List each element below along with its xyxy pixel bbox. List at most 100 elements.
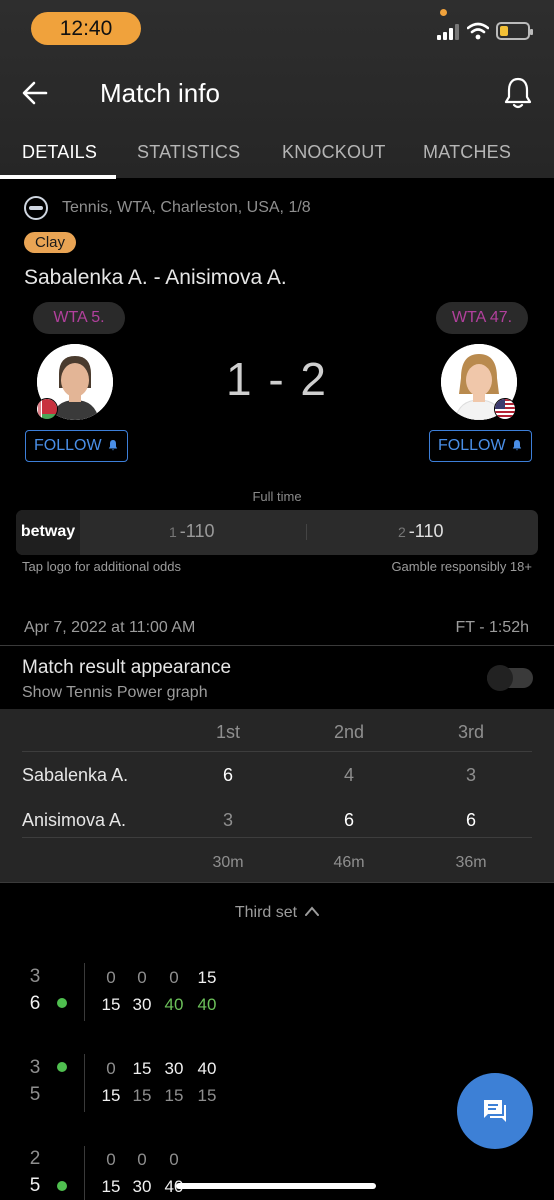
- game-divider: [84, 1054, 85, 1112]
- point-score: 40: [197, 995, 217, 1014]
- point-score: 15: [197, 968, 217, 987]
- bell-icon: [512, 440, 521, 451]
- third-set-label: Third set: [234, 904, 298, 921]
- chat-icon: [484, 1100, 506, 1122]
- status-time: 12:40: [31, 12, 141, 45]
- result-appearance-subtitle: Show Tennis Power graph: [22, 684, 208, 701]
- match-date: Apr 7, 2022 at 11:00 AM: [24, 619, 196, 636]
- surface-badge: Clay: [24, 232, 77, 253]
- divider: [0, 882, 554, 883]
- serve-indicator-icon: [57, 1181, 67, 1191]
- match-title: Sabalenka A. - Anisimova A.: [24, 266, 287, 289]
- point-score: 0: [137, 968, 147, 987]
- set-score: 6: [222, 765, 233, 785]
- point-score: 40: [164, 995, 184, 1014]
- follow-away-label: FOLLOW: [438, 437, 506, 454]
- follow-away-button[interactable]: FOLLOW: [429, 430, 532, 462]
- follow-home-button[interactable]: FOLLOW: [25, 430, 128, 462]
- set-header-2: 2nd: [333, 722, 365, 742]
- recording-dot-icon: [440, 9, 447, 16]
- point-score: 0: [137, 1150, 147, 1169]
- follow-home-label: FOLLOW: [34, 437, 102, 454]
- player-name-home: Sabalenka A.: [22, 765, 129, 785]
- result-appearance-title: Match result appearance: [22, 657, 232, 678]
- active-tab-indicator: [0, 175, 116, 179]
- point-score: 30: [164, 1059, 184, 1078]
- player-name-away: Anisimova A.: [22, 810, 127, 830]
- set-score: 4: [343, 765, 354, 785]
- point-score: 30: [132, 995, 152, 1014]
- tab-details[interactable]: DETAILS: [22, 142, 97, 163]
- set-score: 3: [465, 765, 476, 785]
- competition-label: Tennis, WTA, Charleston, USA, 1/8: [62, 199, 311, 216]
- usa-flag-icon: [494, 398, 516, 420]
- away-odds[interactable]: 2 -110: [398, 521, 444, 542]
- set-score: 6: [343, 810, 354, 830]
- odds-divider: [306, 524, 307, 540]
- point-score: 15: [101, 1177, 121, 1196]
- home-odds-value: -110: [179, 521, 215, 541]
- home-indicator[interactable]: [176, 1183, 376, 1189]
- set-duration: 30m: [212, 854, 244, 871]
- game-divider: [84, 1146, 85, 1200]
- away-odds-value: -110: [408, 521, 444, 541]
- point-score: 0: [106, 1059, 116, 1078]
- point-score: 0: [169, 1150, 179, 1169]
- game-divider: [84, 963, 85, 1021]
- tab-statistics[interactable]: STATISTICS: [137, 142, 240, 163]
- point-score: 15: [101, 995, 121, 1014]
- table-divider: [22, 837, 532, 838]
- signal-icon: [437, 24, 459, 40]
- match-duration: FT - 1:52h: [455, 619, 529, 636]
- set-score: 6: [465, 810, 476, 830]
- game-score-home: 2: [29, 1148, 41, 1169]
- tournament-logo-icon: [24, 196, 48, 220]
- home-rank-badge: WTA 5.: [33, 302, 125, 334]
- set-duration: 36m: [455, 854, 487, 871]
- odds-bar: betway 1 -110 2 -110: [16, 510, 538, 555]
- set-header-3: 3rd: [457, 722, 484, 742]
- battery-icon: [496, 22, 533, 40]
- status-bar: 12:40: [0, 0, 554, 56]
- point-score: 15: [101, 1086, 121, 1105]
- point-score: 0: [106, 968, 116, 987]
- chevron-up-icon: [305, 906, 320, 916]
- point-score: 30: [132, 1177, 152, 1196]
- point-score: 15: [197, 1086, 217, 1105]
- tab-knockout[interactable]: KNOCKOUT: [282, 142, 386, 163]
- set-score: 3: [222, 810, 233, 830]
- back-arrow-icon[interactable]: [20, 78, 50, 108]
- game-score-away: 6: [29, 993, 41, 1014]
- game-score-home: 3: [29, 966, 41, 987]
- power-graph-toggle[interactable]: [487, 665, 533, 691]
- set-header-1: 1st: [215, 722, 240, 742]
- chat-button[interactable]: [457, 1073, 533, 1149]
- tap-logo-note: Tap logo for additional odds: [22, 559, 182, 574]
- point-score: 15: [164, 1086, 184, 1105]
- game-score-home: 3: [29, 1057, 41, 1078]
- away-odds-label: 2: [398, 524, 406, 540]
- serve-indicator-icon: [57, 1062, 67, 1072]
- notification-bell-icon[interactable]: [502, 76, 534, 110]
- odds-period-label: Full time: [252, 489, 302, 504]
- table-divider: [22, 751, 532, 752]
- divider: [0, 645, 554, 646]
- home-odds[interactable]: 1 -110: [169, 521, 215, 542]
- bookmaker-logo[interactable]: betway: [16, 510, 80, 555]
- point-score: 15: [132, 1086, 152, 1105]
- tab-matches[interactable]: MATCHES: [423, 142, 511, 163]
- wifi-icon: [467, 22, 489, 40]
- set-scores-table: 1st 2nd 3rd Sabalenka A. 6 4 3 Anisimova…: [0, 709, 554, 883]
- third-set-toggle[interactable]: Third set: [0, 904, 554, 922]
- point-score: 15: [132, 1059, 152, 1078]
- set-duration: 46m: [333, 854, 365, 871]
- game-score-away: 5: [29, 1175, 41, 1196]
- serve-indicator-icon: [57, 998, 67, 1008]
- tab-bar: DETAILS STATISTICS KNOCKOUT MATCHES: [0, 128, 554, 179]
- away-rank-badge: WTA 47.: [436, 302, 528, 334]
- bell-icon: [108, 440, 117, 451]
- page-title: Match info: [100, 78, 220, 108]
- point-score: 40: [197, 1059, 217, 1078]
- toggle-knob: [487, 665, 513, 691]
- point-score: 0: [169, 968, 179, 987]
